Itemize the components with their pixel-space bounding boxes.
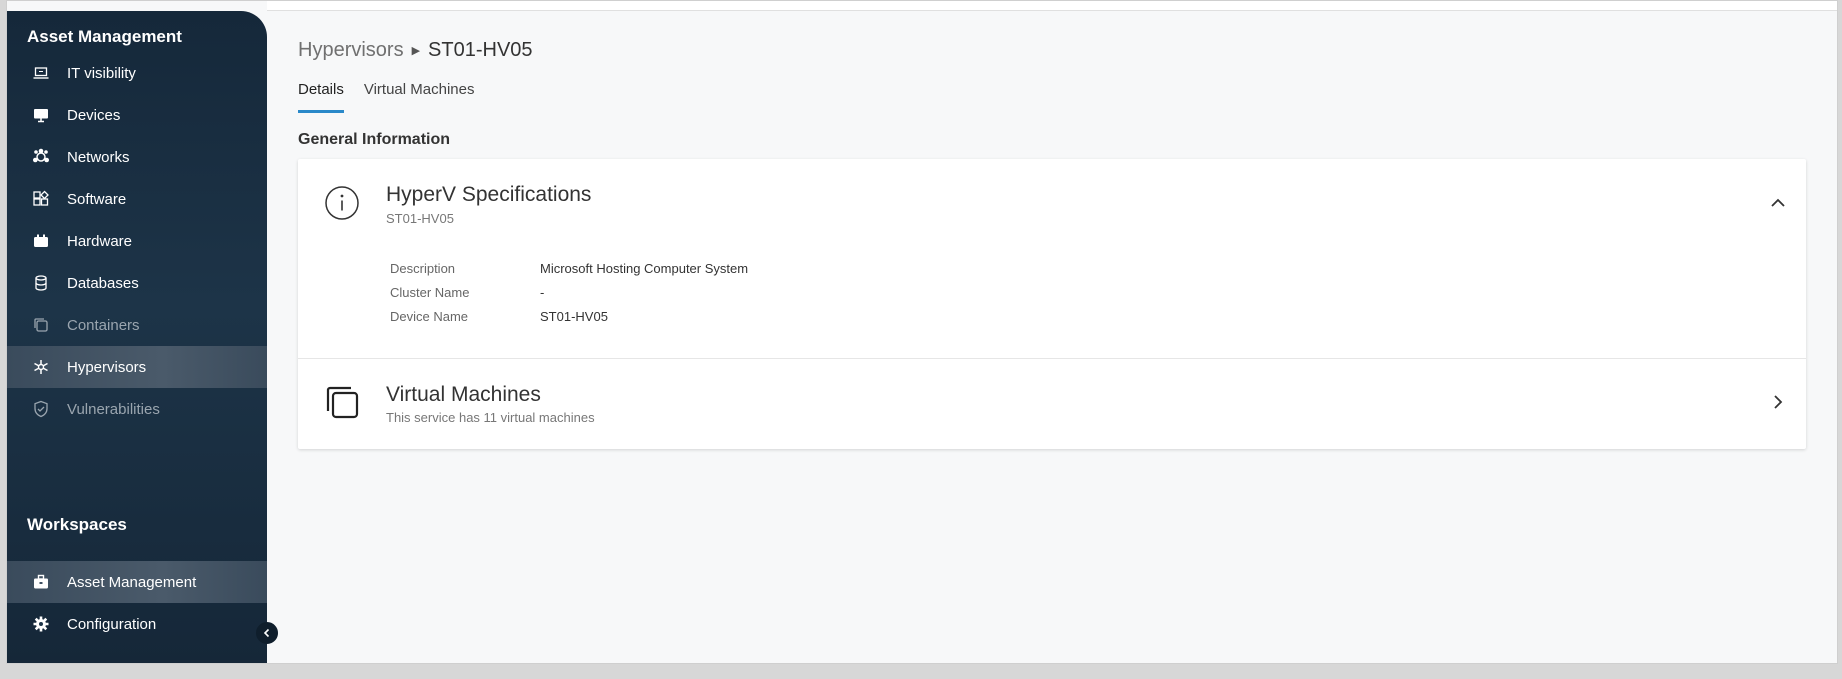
chevron-right-icon[interactable] (1768, 392, 1788, 412)
sidebar-item-label: Networks (67, 148, 130, 166)
virtual-machines-row[interactable]: Virtual Machines This service has 11 vir… (298, 359, 1806, 449)
sidebar-item-label: Devices (67, 106, 121, 124)
vm-card-subtitle: This service has 11 virtual machines (386, 410, 595, 425)
app-window: Asset Management IT visibility Devices N… (6, 0, 1838, 664)
main-content: Hypervisors ▶ ST01-HV05 Details Virtual … (267, 11, 1837, 663)
chevron-up-icon[interactable] (1768, 193, 1788, 213)
breadcrumb-parent-link[interactable]: Hypervisors (298, 39, 404, 62)
spec-card-title: HyperV Specifications (386, 183, 592, 206)
software-icon (31, 189, 51, 209)
container-icon (31, 315, 51, 335)
shield-icon (31, 399, 51, 419)
copy-stack-icon (326, 386, 359, 419)
sidebar-item-label: Containers (67, 316, 140, 334)
spec-value: - (540, 284, 545, 300)
spec-panel: HyperV Specifications ST01-HV05 Descript… (298, 159, 1806, 359)
sidebar-item-label: Asset Management (67, 573, 197, 591)
spec-row: Description Microsoft Hosting Computer S… (390, 256, 748, 280)
briefcase-icon (31, 572, 51, 592)
chevron-left-icon (263, 628, 270, 638)
sidebar-heading: Asset Management (27, 27, 182, 46)
laptop-icon (31, 63, 51, 83)
spec-list: Description Microsoft Hosting Computer S… (390, 256, 748, 328)
hardware-icon (31, 231, 51, 251)
tab-bar: Details Virtual Machines (298, 81, 474, 113)
breadcrumb-current: ST01-HV05 (428, 39, 533, 61)
breadcrumb: Hypervisors ▶ ST01-HV05 (298, 39, 533, 62)
collapse-sidebar-button[interactable] (256, 622, 278, 644)
network-icon (31, 147, 51, 167)
section-title: General Information (298, 131, 451, 148)
sidebar-item-it-visibility[interactable]: IT visibility (7, 52, 267, 94)
details-card: HyperV Specifications ST01-HV05 Descript… (298, 159, 1806, 449)
monitor-icon (31, 105, 51, 125)
tab-details[interactable]: Details (298, 81, 344, 113)
sidebar-item-containers[interactable]: Containers (7, 304, 267, 346)
sidebar-item-label: Hardware (67, 232, 133, 250)
workspace-item-configuration[interactable]: Configuration (7, 603, 267, 645)
sidebar-item-software[interactable]: Software (7, 178, 267, 220)
spec-row: Device Name ST01-HV05 (390, 304, 748, 328)
hypervisor-icon (31, 357, 51, 377)
workspaces-heading: Workspaces (27, 515, 127, 534)
workspace-item-asset-management[interactable]: Asset Management (7, 561, 267, 603)
tab-virtual-machines[interactable]: Virtual Machines (364, 81, 475, 113)
spec-card-subtitle: ST01-HV05 (386, 211, 454, 226)
spec-label: Device Name (390, 308, 469, 324)
spec-row: Cluster Name - (390, 280, 748, 304)
spec-value: Microsoft Hosting Computer System (540, 260, 749, 276)
info-icon (325, 186, 359, 220)
database-icon (31, 273, 51, 293)
sidebar-item-databases[interactable]: Databases (7, 262, 267, 304)
sidebar-item-label: Software (67, 190, 127, 208)
vm-card-title: Virtual Machines (386, 383, 541, 406)
sidebar-item-devices[interactable]: Devices (7, 94, 267, 136)
sidebar-item-label: Configuration (67, 615, 157, 633)
breadcrumb-separator-icon: ▶ (411, 45, 421, 57)
sidebar-item-networks[interactable]: Networks (7, 136, 267, 178)
sidebar-item-label: Databases (67, 274, 139, 292)
sidebar-item-label: Vulnerabilities (67, 400, 160, 418)
gear-icon (31, 614, 51, 634)
sidebar: Asset Management IT visibility Devices N… (7, 11, 267, 663)
sidebar-item-label: IT visibility (67, 64, 136, 82)
sidebar-item-label: Hypervisors (67, 358, 147, 376)
sidebar-item-hardware[interactable]: Hardware (7, 220, 267, 262)
top-bar (267, 1, 1837, 11)
sidebar-item-vulnerabilities[interactable]: Vulnerabilities (7, 388, 267, 430)
spec-label: Description (390, 260, 456, 276)
sidebar-item-hypervisors[interactable]: Hypervisors (7, 346, 267, 388)
spec-label: Cluster Name (390, 284, 470, 300)
spec-value: ST01-HV05 (540, 308, 608, 324)
